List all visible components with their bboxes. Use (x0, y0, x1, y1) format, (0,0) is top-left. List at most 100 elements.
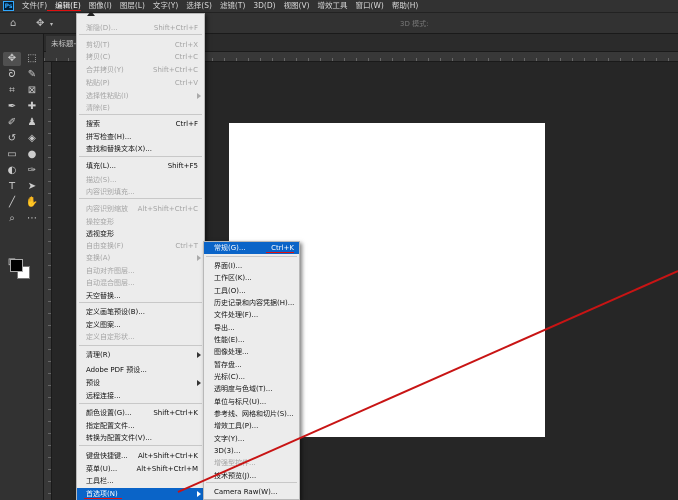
menu-layer[interactable]: 图层(L) (116, 0, 149, 12)
edit_menu-item-变换: 变换(A) (77, 252, 204, 264)
submenu-arrow-icon (197, 255, 201, 261)
edit_menu-item-转换为配置文件[interactable]: 转换为配置文件(V)... (77, 432, 204, 444)
menu-separator (79, 302, 202, 303)
menu-separator (79, 198, 202, 199)
edit_menu-item-清理[interactable]: 清理(R) (77, 349, 204, 361)
zoom-tool-icon[interactable]: ⌕ (3, 212, 21, 226)
prefs_submenu-item-光标[interactable]: 光标(C)... (204, 371, 299, 383)
prefs_submenu-item-增效工具[interactable]: 增效工具(P)... (204, 420, 299, 432)
menu-item-label: 定义图案... (86, 321, 121, 329)
more-tools-icon[interactable]: ⋯ (23, 212, 41, 226)
edit_menu-item-菜单[interactable]: 菜单(U)... Alt+Shift+Ctrl+M (77, 463, 204, 475)
submenu-arrow-icon (197, 93, 201, 99)
foreground-color-swatch[interactable] (10, 259, 23, 272)
eyedropper-tool-icon[interactable]: ✒ (3, 100, 21, 114)
menu-item-label: 查找和替换文本(X)... (86, 145, 152, 153)
move-tool-icon[interactable]: ✥ (3, 52, 21, 66)
pointer-caret-icon (87, 11, 95, 16)
menu-3d[interactable]: 3D(D) (249, 0, 279, 12)
prefs_submenu-item-文字[interactable]: 文字(Y)... (204, 433, 299, 445)
lasso-tool-icon[interactable]: ᘐ (3, 68, 21, 82)
marquee-tool-icon[interactable]: ⬚ (23, 52, 41, 66)
edit_menu-item-粘贴: 粘贴(P) Ctrl+V (77, 77, 204, 89)
edit_menu-item-指定配置文件[interactable]: 指定配置文件... (77, 420, 204, 432)
prefs_submenu-item-导出[interactable]: 导出... (204, 322, 299, 334)
ruler-vertical (44, 62, 52, 500)
menu-item-label: 图像处理... (214, 348, 249, 356)
edit_menu-item-填充[interactable]: 填充(L)... Shift+F5 (77, 160, 204, 172)
menu-separator (79, 345, 202, 346)
home-icon[interactable]: ⌂ (10, 18, 16, 29)
edit_menu-item-描边: 描边(S)... (77, 174, 204, 186)
menu-plugins[interactable]: 增效工具 (314, 0, 352, 12)
edit_menu-item-透视变形[interactable]: 透视变形 (77, 228, 204, 240)
menu-item-label: 参考线、网格和切片(S)... (214, 410, 294, 418)
crop-tool-icon[interactable]: ⌗ (3, 84, 21, 98)
menu-filter[interactable]: 滤镜(T) (216, 0, 249, 12)
menu-item-label: 自由变换(F) (86, 242, 124, 250)
frame-tool-icon[interactable]: ⊠ (23, 84, 41, 98)
edit_menu-item-定义画笔预设[interactable]: 定义画笔预设(B)... (77, 306, 204, 318)
edit_menu-item-天空替换[interactable]: 天空替换... (77, 290, 204, 302)
tools-panel: ✥ ⬚ ᘐ ✎ ⌗ ⊠ ✒ ✚ ✐ ♟ ↺ ◈ ▭ ● ◐ ✑ T ➤ ╱ ✋ … (0, 34, 44, 500)
edit_menu-item-预设[interactable]: 预设 (77, 377, 204, 389)
quick-select-tool-icon[interactable]: ✎ (23, 68, 41, 82)
menu-view[interactable]: 视图(V) (280, 0, 314, 12)
eraser-tool-icon[interactable]: ◈ (23, 132, 41, 146)
menu-separator (79, 114, 202, 115)
menu-item-label: 键盘快捷键... (86, 452, 128, 460)
brush-tool-icon[interactable]: ✐ (3, 116, 21, 130)
prefs_submenu-item-历史记录和内容凭据[interactable]: 历史记录和内容凭据(H)... (204, 297, 299, 309)
type-tool-icon[interactable]: T (3, 180, 21, 194)
menu-item-label: 工具栏... (86, 477, 114, 485)
menu-select[interactable]: 选择(S) (182, 0, 216, 12)
dodge-tool-icon[interactable]: ◐ (3, 164, 21, 178)
prefs_submenu-item-性能[interactable]: 性能(E)... (204, 334, 299, 346)
hand-tool-icon[interactable]: ✋ (23, 196, 41, 210)
menu-help[interactable]: 帮助(H) (388, 0, 423, 12)
gradient-tool-icon[interactable]: ▭ (3, 148, 21, 162)
menu-type[interactable]: 文字(Y) (149, 0, 182, 12)
path-select-tool-icon[interactable]: ➤ (23, 180, 41, 194)
prefs_submenu-item-3d[interactable]: 3D(3)... (204, 445, 299, 457)
menu-item-shortcut: Shift+Ctrl+F (153, 24, 198, 32)
annotation-underline-edit (47, 10, 73, 11)
prefs_submenu-item-透明度与色域[interactable]: 透明度与色域(T)... (204, 383, 299, 395)
prefs_submenu-item-文件处理[interactable]: 文件处理(F)... (204, 309, 299, 321)
blur-tool-icon[interactable]: ● (23, 148, 41, 162)
edit_menu-item-adobe-pdf-预设[interactable]: Adobe PDF 预设... (77, 364, 204, 376)
prefs_submenu-item-参考线-网格和切片[interactable]: 参考线、网格和切片(S)... (204, 408, 299, 420)
edit_menu-item-查找和替换文本[interactable]: 查找和替换文本(X)... (77, 143, 204, 155)
menu-item-label: 指定配置文件... (86, 422, 135, 430)
menu-item-label: 暂存盘... (214, 361, 242, 369)
chevron-down-icon[interactable]: ▾ (50, 21, 53, 28)
edit_menu-item-定义图案[interactable]: 定义图案... (77, 319, 204, 331)
prefs_submenu-item-技术预览[interactable]: 技术预览(J)... (204, 470, 299, 482)
prefs_submenu-item-工具[interactable]: 工具(O)... (204, 285, 299, 297)
stamp-tool-icon[interactable]: ♟ (23, 116, 41, 130)
menu-window[interactable]: 窗口(W) (352, 0, 388, 12)
healing-tool-icon[interactable]: ✚ (23, 100, 41, 114)
edit_menu-item-操控变形: 操控变形 (77, 216, 204, 228)
edit_menu-item-颜色设置[interactable]: 颜色设置(G)... Shift+Ctrl+K (77, 407, 204, 419)
edit_menu-item-工具栏[interactable]: 工具栏... (77, 475, 204, 487)
prefs_submenu-item-图像处理[interactable]: 图像处理... (204, 346, 299, 358)
edit_menu-item-键盘快捷键[interactable]: 键盘快捷键... Alt+Shift+Ctrl+K (77, 450, 204, 462)
3d-mode-label: 3D 模式: (400, 20, 429, 28)
move-tool-icon[interactable]: ✥ (36, 18, 44, 29)
menu-separator (206, 256, 297, 257)
prefs_submenu-item-界面[interactable]: 界面(I)... (204, 260, 299, 272)
history-brush-tool-icon[interactable]: ↺ (3, 132, 21, 146)
menu-item-shortcut: Alt+Shift+Ctrl+K (137, 452, 198, 460)
edit_menu-item-远程连接[interactable]: 远程连接... (77, 390, 204, 402)
menu-item-label: 菜单(U)... (86, 465, 118, 473)
menu-item-label: 单位与标尺(U)... (214, 398, 267, 406)
edit_menu-item-搜索[interactable]: 搜索 Ctrl+F (77, 118, 204, 130)
prefs_submenu-item-单位与标尺[interactable]: 单位与标尺(U)... (204, 396, 299, 408)
pen-tool-icon[interactable]: ✑ (23, 164, 41, 178)
edit_menu-item-拼写检查[interactable]: 拼写检查(H)... (77, 131, 204, 143)
line-tool-icon[interactable]: ╱ (3, 196, 21, 210)
prefs_submenu-item-工作区[interactable]: 工作区(K)... (204, 272, 299, 284)
prefs_submenu-item-暂存盘[interactable]: 暂存盘... (204, 359, 299, 371)
prefs_submenu-item-camera-raw[interactable]: Camera Raw(W)... (204, 486, 299, 498)
